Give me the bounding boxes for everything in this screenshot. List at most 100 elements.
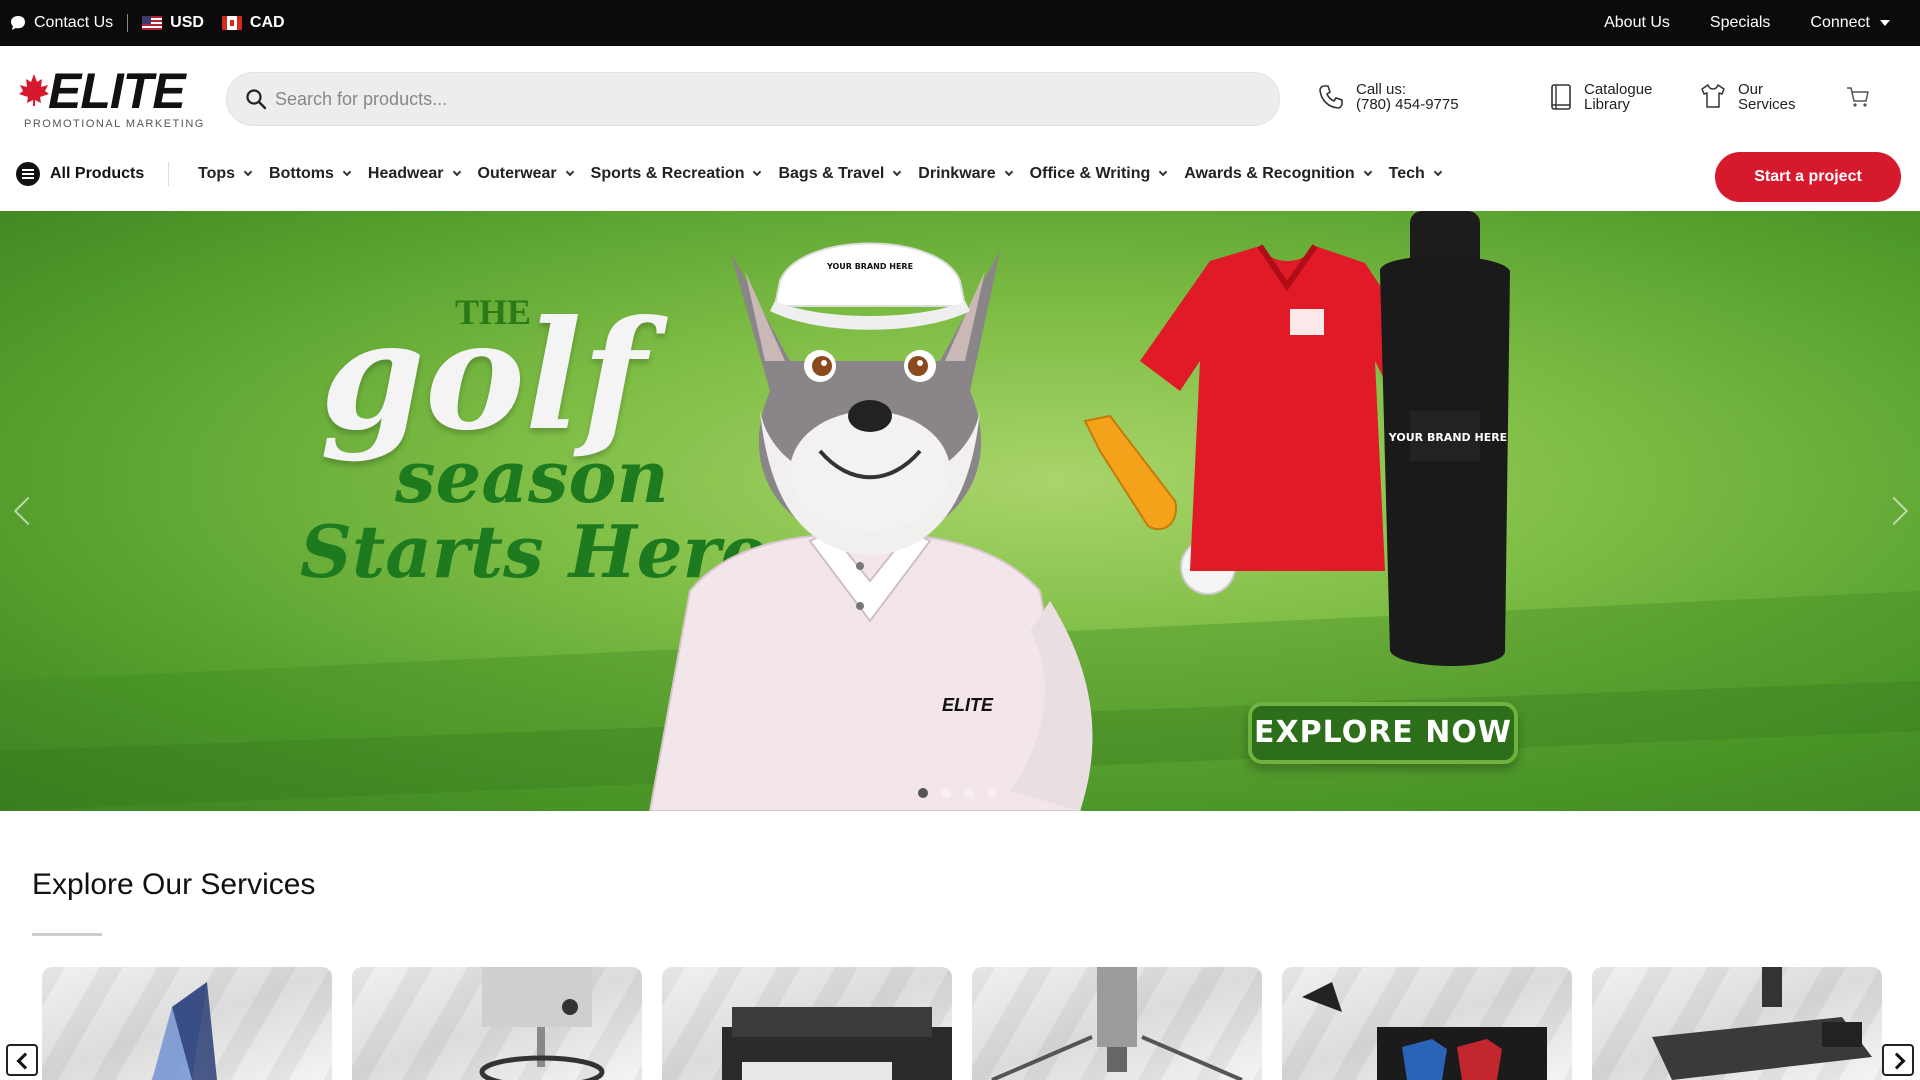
contact-us-label: Contact Us: [34, 14, 114, 31]
catalogue-line2: Library: [1584, 96, 1630, 113]
divider: [127, 14, 129, 32]
cart-icon[interactable]: [1846, 86, 1870, 108]
explore-now-button[interactable]: EXPLORE NOW: [1248, 702, 1518, 764]
nav-item-label: Awards & Recognition: [1184, 165, 1355, 182]
connect-label: Connect: [1810, 14, 1870, 31]
service-card-heat-press[interactable]: [1592, 967, 1882, 1080]
nav-item-outerwear[interactable]: Outerwear: [477, 165, 574, 183]
award-icon: [152, 982, 217, 1080]
all-products-label: All Products: [50, 165, 145, 182]
chevron-down-icon: [452, 167, 461, 177]
nav-item-bags-travel[interactable]: Bags & Travel: [778, 165, 902, 183]
chat-bubble-icon: [11, 16, 25, 30]
chevron-down-icon: [243, 167, 253, 177]
services-next-button[interactable]: [1882, 1044, 1914, 1076]
design-monitor-icon: [1302, 982, 1547, 1080]
services-line1: Our: [1738, 81, 1764, 98]
call-us[interactable]: Call us: (780) 454-9775: [1318, 82, 1459, 112]
canada-flag-icon: [221, 16, 242, 30]
chevron-down-icon: [342, 167, 352, 177]
logo-wordmark: ELITE: [48, 63, 186, 119]
chevron-down-icon: [1004, 167, 1013, 177]
catalogue-library[interactable]: Catalogue Library: [1550, 82, 1652, 112]
chevron-down-icon: [1433, 167, 1443, 177]
golf-bag-illustration: YOUR BRAND HERE: [1380, 211, 1510, 666]
start-project-button[interactable]: Start a project: [1715, 152, 1901, 202]
our-services[interactable]: Our Services: [1700, 82, 1796, 112]
chevron-down-icon: [1363, 167, 1372, 177]
services-heading: Explore Our Services: [32, 868, 316, 901]
nav-item-label: Headwear: [367, 165, 444, 182]
all-products-menu[interactable]: All Products: [16, 162, 144, 186]
nav-item-label: Bags & Travel: [778, 165, 885, 182]
nav-item-headwear[interactable]: Headwear: [367, 165, 461, 183]
services-underline: [32, 933, 102, 936]
specials-link[interactable]: Specials: [1710, 14, 1770, 32]
slider-dot[interactable]: [941, 788, 951, 798]
catalogue-line1: Catalogue: [1584, 81, 1653, 98]
nav-item-tech[interactable]: Tech: [1389, 165, 1443, 183]
top-bar-left: Contact Us USD CAD: [10, 0, 285, 46]
category-menu: Tops Bottoms Headwear Outerwear Sports &…: [198, 162, 1459, 186]
service-card-design[interactable]: [1282, 967, 1572, 1080]
nav-item-label: Bottoms: [269, 165, 334, 182]
hero-banner[interactable]: THE golf season Starts Here YOUR BRAND H…: [0, 211, 1920, 811]
slider-dot[interactable]: [987, 788, 997, 798]
call-us-text: Call us: (780) 454-9775: [1356, 82, 1459, 112]
currency-usd[interactable]: USD: [142, 14, 204, 32]
printer-icon: [722, 1007, 952, 1080]
cap-brand-text: YOUR BRAND HERE: [826, 262, 913, 271]
site-header: ELITE PROMOTIONAL MARKETING Call us: (78…: [0, 46, 1920, 150]
nav-item-label: Tops: [198, 165, 236, 182]
maple-leaf-icon: [19, 74, 49, 106]
nav-item-bottoms[interactable]: Bottoms: [269, 165, 352, 183]
nav-item-awards-recognition[interactable]: Awards & Recognition: [1184, 165, 1372, 183]
main-nav: All Products Tops Bottoms Headwear Outer…: [0, 150, 1920, 212]
search-bar[interactable]: [226, 72, 1280, 126]
contact-us-link[interactable]: Contact Us: [10, 14, 113, 32]
slider-dots: [918, 788, 997, 798]
tshirt-icon: [1701, 84, 1725, 108]
service-card-engraving[interactable]: [972, 967, 1262, 1080]
nav-item-office-writing[interactable]: Office & Writing: [1029, 165, 1168, 183]
top-bar: Contact Us USD CAD About Us Specials Con…: [0, 0, 1920, 46]
search-icon: [246, 89, 267, 110]
catalogue-text: Catalogue Library: [1584, 82, 1652, 112]
caret-down-icon: [1880, 19, 1890, 26]
service-card-printing[interactable]: [662, 967, 952, 1080]
about-us-link[interactable]: About Us: [1604, 14, 1670, 32]
currency-cad-label: CAD: [249, 14, 285, 31]
bag-brand-text: YOUR BRAND HERE: [1388, 431, 1507, 444]
book-icon: [1551, 84, 1571, 110]
logo-tagline: PROMOTIONAL MARKETING: [24, 118, 205, 130]
services-line2: Services: [1738, 96, 1796, 113]
elite-logo[interactable]: ELITE PROMOTIONAL MARKETING: [18, 66, 208, 130]
nav-item-label: Sports & Recreation: [590, 165, 745, 182]
nav-item-sports-recreation[interactable]: Sports & Recreation: [590, 165, 762, 183]
services-text: Our Services: [1738, 82, 1796, 112]
nav-item-label: Office & Writing: [1029, 165, 1151, 182]
wolf-mascot-illustration: YOUR BRAND HERE ELITE: [648, 242, 1093, 811]
nav-item-tops[interactable]: Tops: [198, 165, 253, 183]
service-card-embroidery[interactable]: [352, 967, 642, 1080]
currency-usd-label: USD: [170, 14, 204, 31]
service-card-awards[interactable]: [42, 967, 332, 1080]
call-us-number[interactable]: (780) 454-9775: [1356, 97, 1459, 112]
heat-press-icon: [1652, 967, 1872, 1080]
search-input[interactable]: [275, 81, 1255, 117]
us-flag-icon: [142, 16, 163, 30]
currency-cad[interactable]: CAD: [221, 14, 285, 32]
connect-dropdown[interactable]: Connect: [1810, 14, 1890, 32]
slider-dot[interactable]: [918, 788, 928, 798]
menu-icon: [16, 162, 40, 186]
call-us-label: Call us:: [1356, 81, 1407, 98]
nav-divider: [168, 162, 169, 186]
chevron-down-icon: [1159, 167, 1168, 177]
nav-item-drinkware[interactable]: Drinkware: [918, 165, 1013, 183]
services-prev-button[interactable]: [6, 1044, 38, 1076]
shirt-brand-text: ELITE: [942, 695, 994, 715]
slider-dot[interactable]: [964, 788, 974, 798]
nav-item-label: Outerwear: [477, 165, 557, 182]
embroidery-machine-icon: [479, 967, 605, 1080]
nav-item-label: Drinkware: [918, 165, 996, 182]
